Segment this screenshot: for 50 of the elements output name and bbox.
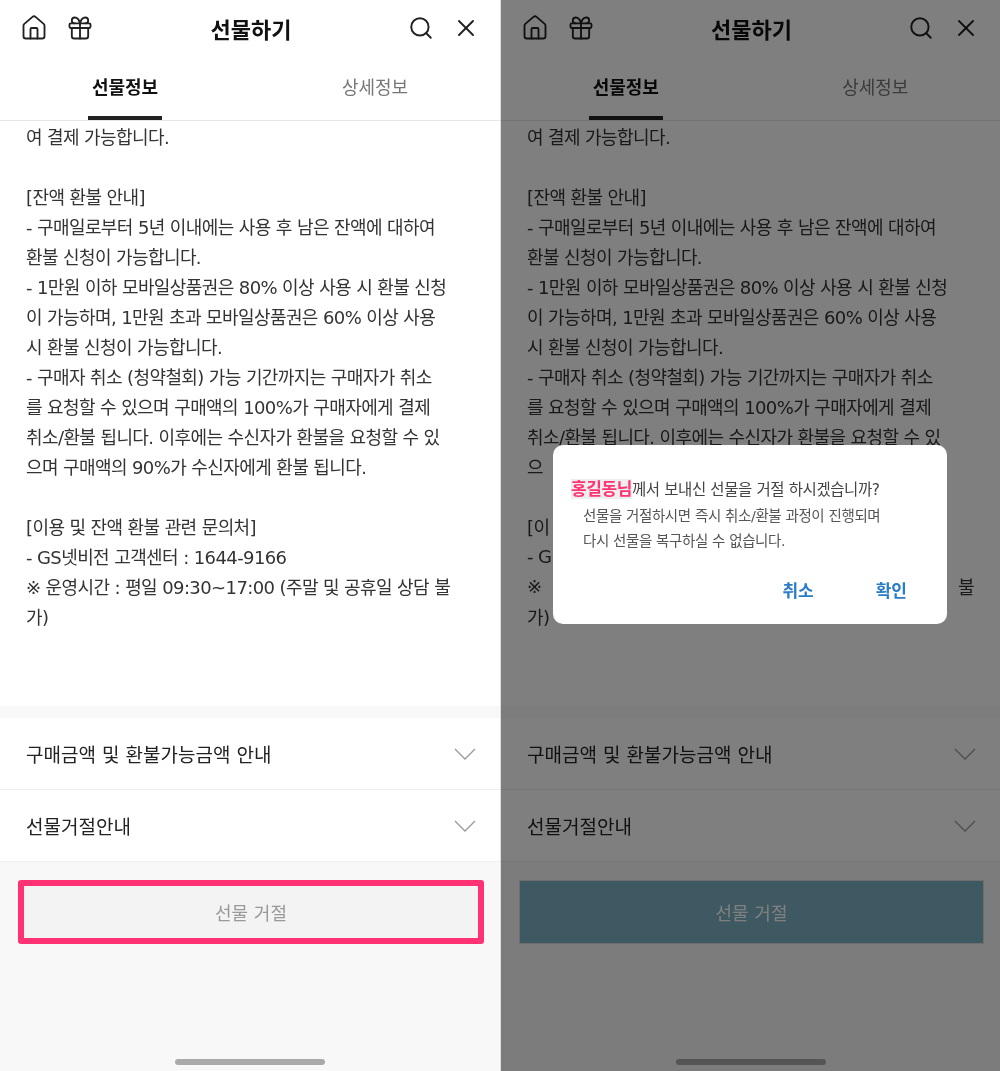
- body-text: - 구매일로부터 5년 이내에는 사용 후 남은 잔액에 대하여: [26, 216, 435, 239]
- body-text: 이 가능하며, 1만원 초과 모바일상품권은 60% 이상 사용: [527, 306, 937, 329]
- body-text: 이 가능하며, 1만원 초과 모바일상품권은 60% 이상 사용: [26, 306, 436, 329]
- body-text: - GS넷비전 고객센터 : 1644-9166: [26, 546, 287, 569]
- dialog-button[interactable]: 확인: [869, 575, 913, 604]
- dialog-button[interactable]: 취소: [776, 575, 820, 604]
- body-text: 를 요청할 수 있으며 구매액의 100%가 구매자에게 결제: [26, 396, 431, 419]
- body-text: ※: [527, 575, 542, 597]
- tab[interactable]: 상세정보: [337, 56, 413, 120]
- body-text: [잔액 환불 안내]: [527, 186, 646, 209]
- body-text: 시 환불 신청이 가능합니다.: [527, 336, 724, 359]
- dialog-message: 다시 선물을 복구하실 수 없습니다.: [582, 532, 787, 550]
- body-text: 가): [26, 606, 49, 629]
- body-text: 를 요청할 수 있으며 구매액의 100%가 구매자에게 결제: [527, 396, 932, 419]
- body-text: 환불 신청이 가능합니다.: [527, 246, 702, 269]
- reject-gift-button[interactable]: 선물 거절: [18, 880, 484, 944]
- body-text: 취소/환불 됩니다. 이후에는 수신자가 환불을 요청할 수 있: [26, 426, 440, 449]
- body-text: 환불 신청이 가능합니다.: [26, 246, 201, 269]
- home-icon[interactable]: [20, 14, 48, 42]
- body-text: 여 결제 가능합니다.: [527, 126, 671, 149]
- accordion-label: 구매금액 및 환불가능금액 안내: [26, 743, 272, 767]
- body-text: - 구매자 취소 (청약철회) 가능 기간까지는 구매자가 취소: [527, 366, 933, 389]
- body-text: - 1만원 이하 모바일상품권은 80% 이상 사용 시 환불 신청: [26, 276, 447, 299]
- body-text: [이용 및 잔액 환불 관련 문의처]: [26, 516, 256, 539]
- page-title: 선물하기: [710, 17, 793, 44]
- page-title: 선물하기: [209, 17, 293, 44]
- body-text: 불: [958, 576, 974, 599]
- dialog-title: 홍길동님께서 보내신 선물을 거절 하시겠습니까?: [571, 478, 881, 500]
- body-text: - G: [527, 545, 552, 567]
- accordion-label: 선물거절안내: [527, 815, 632, 839]
- body-text: 시 환불 신청이 가능합니다.: [26, 336, 223, 359]
- body-text: - 구매자 취소 (청약철회) 가능 기간까지는 구매자가 취소: [26, 366, 432, 389]
- body-text: - 1만원 이하 모바일상품권은 80% 이상 사용 시 환불 신청: [527, 276, 948, 299]
- body-text: 취소/환불 됩니다. 이후에는 수신자가 환불을 요청할 수 있: [527, 426, 941, 449]
- accordion-label: 구매금액 및 환불가능금액 안내: [527, 743, 773, 767]
- gift-icon[interactable]: [66, 14, 94, 42]
- body-text: 가): [527, 606, 550, 629]
- dialog-message: 선물을 거절하시면 즉시 취소/환불 과정이 진행되며: [582, 507, 882, 525]
- body-text: [이: [527, 516, 550, 539]
- body-text: 여 결제 가능합니다.: [26, 126, 170, 149]
- accordion-item[interactable]: 구매금액 및 환불가능금액 안내: [0, 718, 500, 790]
- body-text: ※ 운영시간 : 평일 09:30~17:00 (주말 및 공휴일 상담 불: [26, 576, 451, 599]
- tab[interactable]: 상세정보: [838, 56, 913, 120]
- accordion-label: 선물거절안내: [26, 815, 131, 839]
- body-text: 으: [527, 456, 543, 479]
- search-icon[interactable]: [408, 15, 434, 41]
- body-text: - 구매일로부터 5년 이내에는 사용 후 남은 잔액에 대하여: [527, 216, 936, 239]
- body-text: [잔액 환불 안내]: [26, 186, 145, 209]
- accordion-item[interactable]: 선물거절안내: [0, 790, 500, 862]
- body-text: 으며 구매액의 90%가 수신자에게 환불 됩니다.: [26, 456, 367, 479]
